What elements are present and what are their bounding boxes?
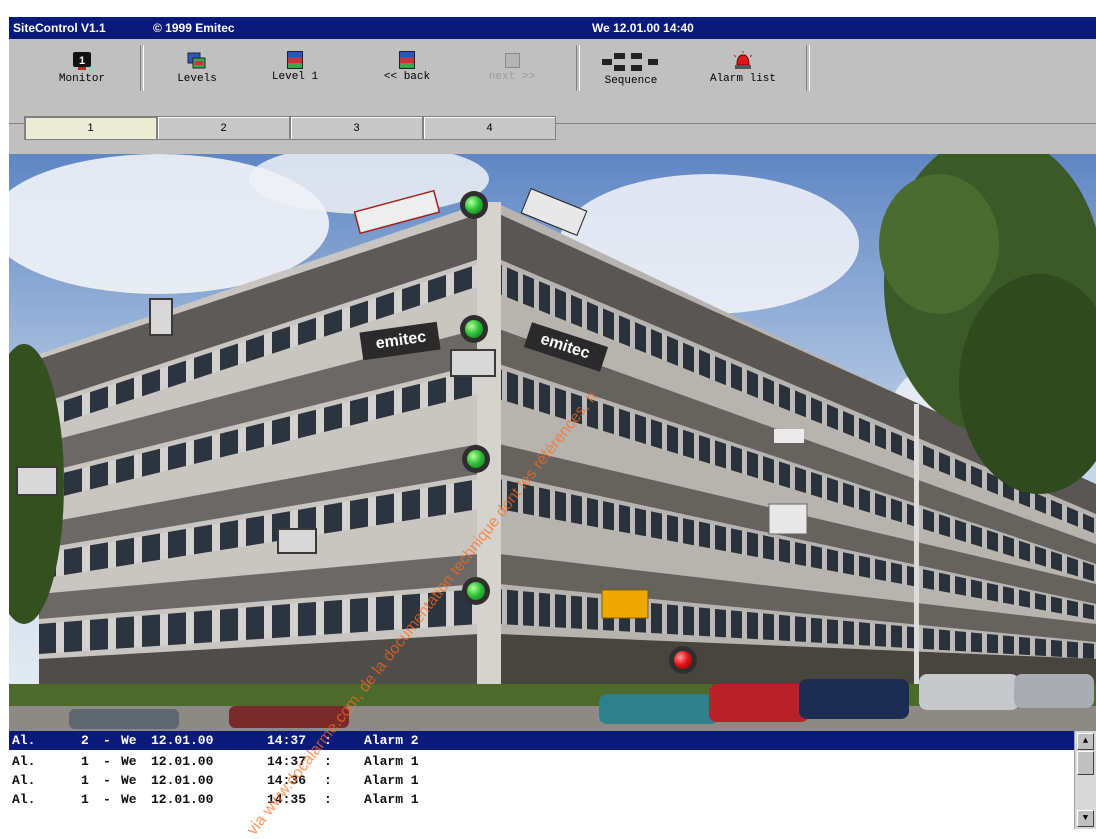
- levels-button[interactable]: Levels: [159, 47, 235, 93]
- scroll-down-icon[interactable]: ▼: [1077, 810, 1094, 827]
- level1-icon: [287, 51, 303, 69]
- next-label: next >>: [488, 71, 536, 83]
- alarm-log: Al. 2 - We 12.01.00 14:37 : Alarm 2 Al. …: [9, 731, 1096, 829]
- next-icon: [504, 53, 520, 68]
- tab-2[interactable]: 2: [157, 116, 290, 140]
- log-date: 12.01.00: [151, 792, 214, 807]
- log-time: 14:36: [267, 773, 307, 788]
- monitor-badge: 1: [79, 55, 85, 67]
- log-id: 2: [81, 733, 89, 748]
- building-photo: [9, 154, 1096, 731]
- status-green-led-icon[interactable]: [462, 577, 490, 605]
- sensor-icon[interactable]: [149, 298, 173, 336]
- tab-4[interactable]: 4: [423, 116, 556, 140]
- back-icon: [399, 51, 415, 69]
- status-green-led-icon[interactable]: [462, 445, 490, 473]
- levels-label: Levels: [177, 73, 217, 85]
- title-bar: SiteControl V1.1 © 1999 Emitec We 12.01.…: [9, 17, 1096, 39]
- scroll-thumb[interactable]: [1077, 751, 1094, 775]
- log-label: Alarm 2: [364, 733, 419, 748]
- log-day: We: [121, 792, 137, 807]
- sequence-icon: [602, 53, 658, 71]
- back-label: << back: [383, 71, 431, 83]
- camera-sensor-icon[interactable]: [450, 349, 496, 377]
- app-title: SiteControl V1.1: [13, 21, 106, 35]
- status-green-led-icon[interactable]: [460, 191, 488, 219]
- log-day: We: [121, 773, 137, 788]
- log-type: Al.: [12, 773, 36, 788]
- camera-sensor-icon[interactable]: [277, 528, 317, 554]
- log-time: 14:37: [267, 754, 307, 769]
- log-id: 1: [81, 773, 89, 788]
- log-time: 14:37: [267, 733, 307, 748]
- log-label: Alarm 1: [364, 773, 419, 788]
- monitor-label: Monitor: [58, 73, 106, 85]
- status-green-led-icon[interactable]: [460, 315, 488, 343]
- tab-1[interactable]: 1: [24, 116, 157, 140]
- log-day: We: [121, 733, 137, 748]
- alarm-list-label: Alarm list: [709, 73, 776, 85]
- back-button[interactable]: << back: [369, 47, 445, 93]
- tab-3[interactable]: 3: [290, 116, 423, 140]
- toolbar-separator: [576, 45, 580, 91]
- alarm-log-row[interactable]: Al. 2 - We 12.01.00 14:37 : Alarm 2: [9, 731, 1075, 750]
- log-date: 12.01.00: [151, 733, 214, 748]
- scroll-up-icon[interactable]: ▲: [1077, 733, 1094, 750]
- alarm-list-button[interactable]: Alarm list: [697, 47, 789, 93]
- sequence-label: Sequence: [604, 75, 658, 87]
- log-label: Alarm 1: [364, 754, 419, 769]
- level1-label: Level 1: [271, 71, 319, 83]
- log-day: We: [121, 754, 137, 769]
- log-type: Al.: [12, 792, 36, 807]
- levels-icon: [187, 52, 206, 69]
- sequence-button[interactable]: Sequence: [589, 47, 673, 93]
- alarm-siren-icon: [733, 51, 753, 69]
- log-id: 1: [81, 754, 89, 769]
- sensor-icon[interactable]: [16, 466, 58, 496]
- toolbar: 1 Monitor Levels Level 1 << back next >>…: [9, 39, 1096, 124]
- level1-button[interactable]: Level 1: [257, 47, 333, 93]
- app-window: SiteControl V1.1 © 1999 Emitec We 12.01.…: [9, 17, 1096, 829]
- log-time: 14:35: [267, 792, 307, 807]
- copyright-text: © 1999 Emitec: [153, 21, 235, 35]
- log-type: Al.: [12, 733, 36, 748]
- alarm-log-row[interactable]: Al. 1 - We 12.01.00 14:36 : Alarm 1: [9, 771, 1075, 790]
- datetime-display: We 12.01.00 14:40: [592, 21, 694, 35]
- monitor-icon: 1: [73, 52, 91, 70]
- next-button[interactable]: next >>: [474, 47, 550, 93]
- alarm-log-row[interactable]: Al. 1 - We 12.01.00 14:35 : Alarm 1: [9, 790, 1075, 809]
- log-id: 1: [81, 792, 89, 807]
- log-date: 12.01.00: [151, 773, 214, 788]
- log-type: Al.: [12, 754, 36, 769]
- log-label: Alarm 1: [364, 792, 419, 807]
- log-date: 12.01.00: [151, 754, 214, 769]
- building-view: emitec emitec: [9, 154, 1096, 731]
- toolbar-separator: [806, 45, 810, 91]
- alarm-log-row[interactable]: Al. 1 - We 12.01.00 14:37 : Alarm 1: [9, 752, 1075, 771]
- status-red-led-icon[interactable]: [669, 646, 697, 674]
- log-scrollbar[interactable]: ▲ ▼: [1074, 731, 1096, 829]
- monitor-button[interactable]: 1 Monitor: [37, 47, 127, 93]
- toolbar-separator: [140, 45, 144, 91]
